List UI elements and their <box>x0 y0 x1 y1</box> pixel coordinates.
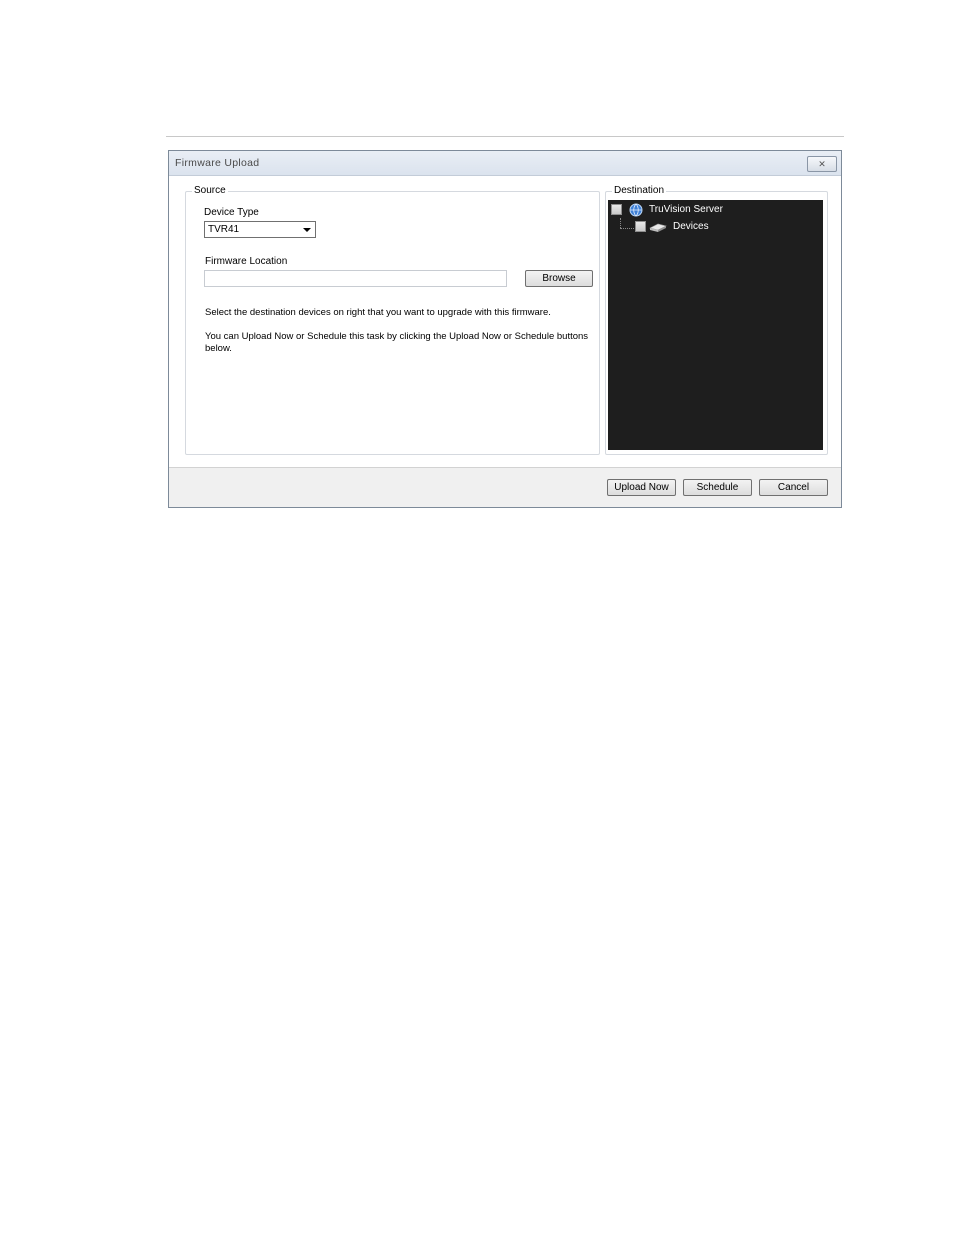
cancel-button[interactable]: Cancel <box>759 479 828 496</box>
close-icon: ✕ <box>818 159 826 169</box>
truvision-server-checkbox[interactable] <box>611 204 622 215</box>
tree-node-label: TruVision Server <box>649 204 723 215</box>
schedule-button[interactable]: Schedule <box>683 479 752 496</box>
device-icon <box>649 220 667 234</box>
tree-node-label: Devices <box>673 221 709 232</box>
page-divider <box>166 136 844 137</box>
source-legend: Source <box>192 185 228 197</box>
tree-node-truvision-server[interactable]: TruVision Server <box>611 202 811 218</box>
tree-connector <box>620 228 634 229</box>
device-type-label: Device Type <box>204 207 259 218</box>
globe-icon <box>628 203 644 217</box>
dialog-footer: Upload Now Schedule Cancel <box>169 467 841 507</box>
close-button[interactable]: ✕ <box>807 156 837 172</box>
device-type-select[interactable]: TVR41 <box>204 221 316 238</box>
destination-group: Destination TruVision Server Devices <box>605 185 828 455</box>
device-type-value: TVR41 <box>208 224 240 235</box>
destination-legend: Destination <box>612 185 667 197</box>
destination-tree[interactable]: TruVision Server Devices <box>608 200 823 450</box>
title-bar: Firmware Upload ✕ <box>169 151 841 176</box>
firmware-upload-dialog: Firmware Upload ✕ Source Device Type TVR… <box>168 150 842 508</box>
source-group: Source Device Type TVR41 Firmware Locati… <box>185 185 600 455</box>
tree-node-devices[interactable]: Devices <box>635 219 805 235</box>
instruction-text-schedule: You can Upload Now or Schedule this task… <box>205 331 589 354</box>
window-title: Firmware Upload <box>175 157 260 169</box>
firmware-location-label: Firmware Location <box>205 256 288 267</box>
chevron-down-icon <box>303 228 311 232</box>
tree-connector <box>620 218 621 228</box>
firmware-location-input[interactable] <box>204 270 507 287</box>
upload-now-button[interactable]: Upload Now <box>607 479 676 496</box>
devices-checkbox[interactable] <box>635 221 646 232</box>
instruction-text: Select the destination devices on right … <box>205 307 551 318</box>
browse-button[interactable]: Browse <box>525 270 593 287</box>
